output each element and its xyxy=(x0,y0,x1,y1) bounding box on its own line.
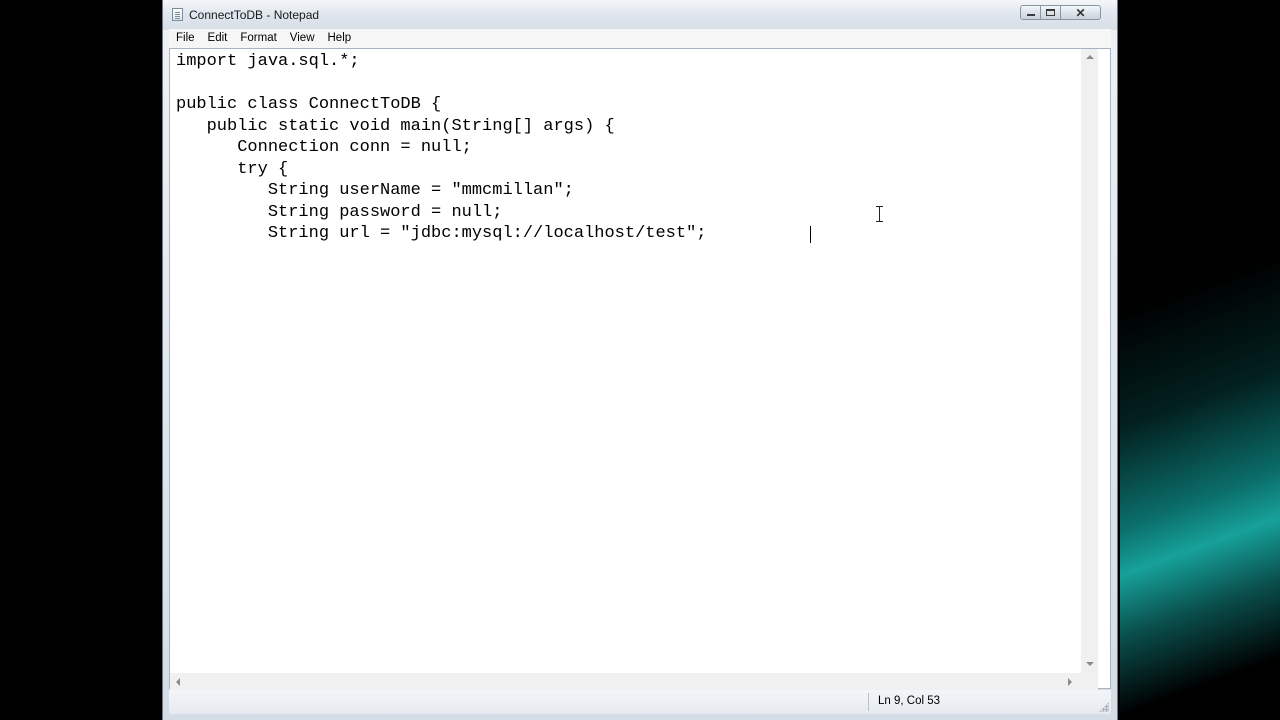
code-line-1: import java.sql.*; xyxy=(176,52,360,71)
code-line-7: String userName = "mmcmillan"; xyxy=(176,181,574,200)
notepad-window: ConnectToDB - Notepad ✕ File Edit Format… xyxy=(162,0,1118,720)
status-bar: Ln 9, Col 53 xyxy=(169,690,1111,714)
cursor-position: Ln 9, Col 53 xyxy=(878,695,941,707)
editor-frame: import java.sql.*; public class ConnectT… xyxy=(169,48,1111,690)
minimize-icon xyxy=(1026,14,1035,16)
scroll-left-icon[interactable] xyxy=(176,678,180,686)
code-line-5: Connection conn = null; xyxy=(176,138,472,157)
scrollbar-corner xyxy=(1081,673,1098,690)
menu-format[interactable]: Format xyxy=(233,29,282,48)
vertical-scrollbar[interactable] xyxy=(1081,49,1098,673)
desktop-background-left xyxy=(0,0,160,720)
notepad-icon[interactable] xyxy=(172,8,183,21)
caption-buttons: ✕ xyxy=(1020,5,1101,20)
close-icon: ✕ xyxy=(1075,5,1086,20)
code-line-3: public class ConnectToDB { xyxy=(176,95,442,114)
text-cursor-icon xyxy=(876,206,883,222)
scroll-down-icon[interactable] xyxy=(1086,662,1094,666)
maximize-button[interactable] xyxy=(1040,5,1060,20)
close-button[interactable]: ✕ xyxy=(1060,5,1101,20)
title-bar[interactable]: ConnectToDB - Notepad ✕ xyxy=(163,0,1117,30)
code-line-9: String url = "jdbc:mysql://localhost/tes… xyxy=(176,224,707,243)
menu-help[interactable]: Help xyxy=(321,29,358,48)
text-caret xyxy=(810,226,811,243)
horizontal-scrollbar[interactable] xyxy=(170,673,1081,690)
scroll-up-icon[interactable] xyxy=(1086,55,1094,59)
code-line-4: public static void main(String[] args) { xyxy=(176,117,615,136)
window-title: ConnectToDB - Notepad xyxy=(189,8,320,22)
scroll-right-icon[interactable] xyxy=(1068,678,1072,686)
menu-view[interactable]: View xyxy=(283,29,321,48)
text-editor[interactable]: import java.sql.*; public class ConnectT… xyxy=(170,49,1081,673)
maximize-icon xyxy=(1046,9,1055,16)
menu-bar: File Edit Format View Help xyxy=(169,29,1111,49)
status-divider xyxy=(868,693,869,711)
desktop-background-right xyxy=(1120,0,1280,720)
code-line-6: try { xyxy=(176,160,289,179)
minimize-button[interactable] xyxy=(1020,5,1040,20)
menu-edit[interactable]: Edit xyxy=(201,29,234,48)
menu-file[interactable]: File xyxy=(169,29,201,48)
code-line-8: String password = null; xyxy=(176,203,503,222)
resize-grip-icon[interactable] xyxy=(1099,702,1109,712)
